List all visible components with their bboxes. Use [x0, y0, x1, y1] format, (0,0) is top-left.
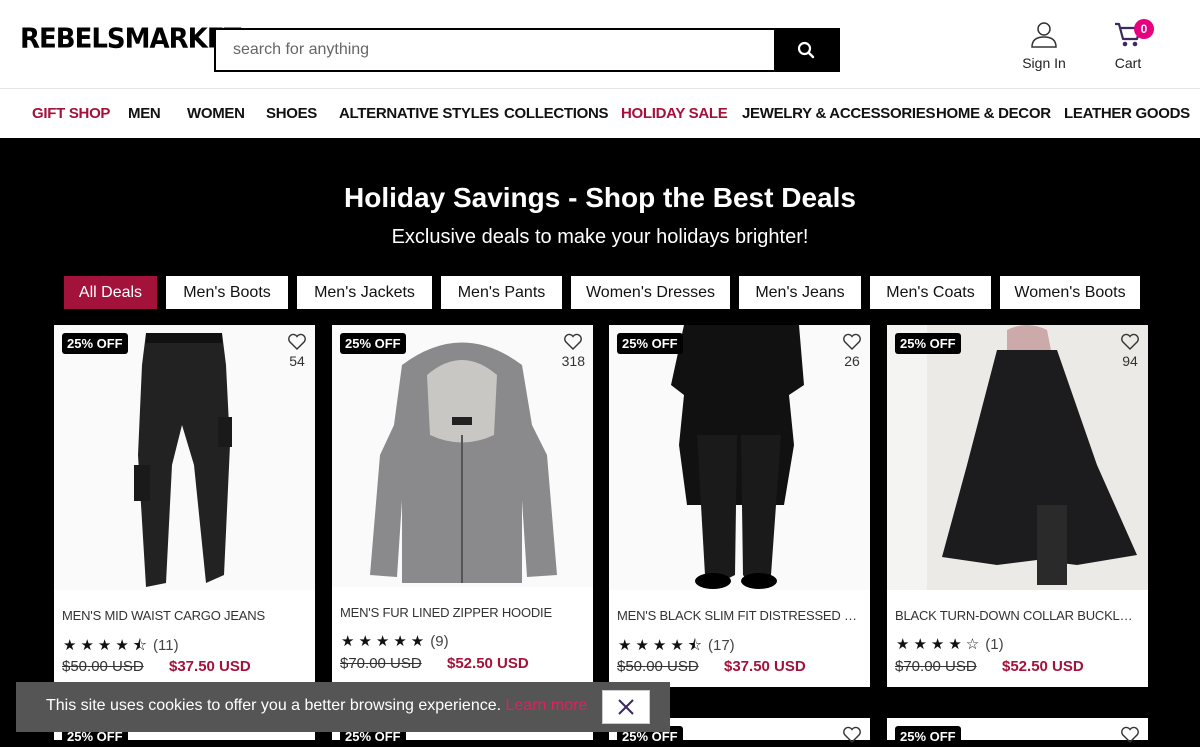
filter-womens-boots[interactable]: Women's Boots [1000, 276, 1140, 309]
product-image[interactable] [887, 325, 1148, 590]
cookie-message: This site uses cookies to offer you a be… [46, 697, 587, 715]
heart-icon [843, 333, 861, 350]
original-price: $50.00 USD [62, 658, 144, 675]
product-card[interactable]: 25% OFF 94 BLACK TURN-DOWN COLLAR BUCKLE… [887, 325, 1148, 687]
favorite-button[interactable] [842, 726, 862, 747]
sign-in-label: Sign In [1022, 55, 1066, 71]
rating-stars: ★★★★⯪ (11) [63, 635, 179, 660]
nav-holiday-sale[interactable]: HOLIDAY SALE [621, 105, 728, 122]
sale-price: $52.50 USD [1002, 658, 1084, 675]
discount-badge: 25% OFF [617, 333, 683, 354]
review-count: (9) [430, 633, 449, 650]
stars-glyphs: ★★★★⯪ [63, 637, 151, 654]
sign-in-link[interactable]: Sign In [1009, 20, 1079, 71]
filter-mens-jackets[interactable]: Men's Jackets [297, 276, 432, 309]
filter-womens-dresses[interactable]: Women's Dresses [571, 276, 730, 309]
rating-stars: ★★★★⯪ (17) [618, 635, 735, 660]
filter-mens-jeans[interactable]: Men's Jeans [739, 276, 861, 309]
product-card[interactable]: 25% OFF 318 MEN'S FUR LINED ZIPPER HOODI… [332, 325, 593, 685]
nav-alternative-styles[interactable]: ALTERNATIVE STYLES [339, 105, 499, 122]
nav-home-decor[interactable]: HOME & DECOR [936, 105, 1051, 122]
favorite-button[interactable] [1120, 726, 1140, 747]
search-input[interactable] [216, 30, 776, 70]
filter-mens-boots[interactable]: Men's Boots [166, 276, 288, 309]
original-price: $70.00 USD [895, 658, 977, 675]
cart-link[interactable]: 0 Cart [1093, 19, 1163, 71]
stars-glyphs: ★★★★⯪ [618, 637, 706, 654]
nav-gift-shop[interactable]: GIFT SHOP [32, 105, 110, 122]
favorite-count: 26 [844, 353, 860, 369]
nav-women[interactable]: WOMEN [187, 105, 245, 122]
favorite-count: 94 [1122, 353, 1138, 369]
cart-count-badge: 0 [1134, 19, 1154, 39]
nav-jewelry-accessories[interactable]: JEWELRY & ACCESSORIES [742, 105, 935, 122]
product-card[interactable]: 25% OFF [887, 718, 1148, 747]
sale-price: $37.50 USD [169, 658, 251, 675]
favorite-count: 54 [289, 353, 305, 369]
heart-icon [288, 333, 306, 350]
user-icon [1031, 22, 1057, 48]
product-card[interactable]: 25% OFF 26 MEN'S BLACK SLIM FIT DISTRESS… [609, 325, 870, 687]
product-title[interactable]: BLACK TURN-DOWN COLLAR BUCKLE STRAP ... [895, 608, 1139, 623]
nav-leather-goods[interactable]: LEATHER GOODS [1064, 105, 1190, 122]
main-nav: GIFT SHOP MEN WOMEN SHOES ALTERNATIVE ST… [0, 88, 1200, 138]
product-card[interactable]: 25% OFF 54 MEN'S MID WAIST CARGO JEANS ★… [54, 325, 315, 687]
rating-stars: ★★★★★ (9) [341, 632, 449, 650]
filter-mens-coats[interactable]: Men's Coats [870, 276, 991, 309]
nav-collections[interactable]: COLLECTIONS [504, 105, 609, 122]
stars-glyphs: ★★★★☆ [896, 636, 984, 653]
review-count: (1) [985, 636, 1004, 653]
close-icon [618, 699, 634, 715]
product-image[interactable] [609, 325, 870, 590]
learn-more-link[interactable]: Learn more [506, 697, 588, 714]
stars-glyphs: ★★★★★ [341, 633, 429, 650]
favorite-button[interactable]: 26 [842, 333, 862, 369]
discount-badge: 25% OFF [895, 726, 961, 747]
cookie-text: This site uses cookies to offer you a be… [46, 697, 506, 714]
heart-icon [1121, 333, 1139, 350]
original-price: $70.00 USD [340, 655, 422, 672]
search-button[interactable] [774, 30, 838, 70]
page-title: Holiday Savings - Shop the Best Deals [344, 182, 856, 213]
site-logo[interactable]: REBELSMARKET [20, 23, 241, 55]
search-icon [797, 41, 815, 59]
original-price: $50.00 USD [617, 658, 699, 675]
site-header: REBELSMARKET Sign In 0 Cart [0, 0, 1200, 88]
nav-men[interactable]: MEN [128, 105, 161, 122]
filter-mens-pants[interactable]: Men's Pants [441, 276, 562, 309]
logo-text: REBELSMARKET [20, 23, 241, 55]
discount-badge: 25% OFF [62, 333, 128, 354]
filter-all-deals[interactable]: All Deals [64, 276, 157, 309]
product-image[interactable] [332, 325, 593, 587]
product-title[interactable]: MEN'S FUR LINED ZIPPER HOODIE [340, 605, 584, 620]
page-subtitle: Exclusive deals to make your holidays br… [391, 226, 809, 248]
cookie-close-button[interactable] [602, 690, 650, 724]
favorite-button[interactable]: 94 [1120, 333, 1140, 369]
favorite-count: 318 [561, 353, 585, 369]
sale-price: $52.50 USD [447, 655, 529, 672]
discount-badge: 25% OFF [340, 333, 406, 354]
discount-badge: 25% OFF [895, 333, 961, 354]
heart-icon [1121, 726, 1139, 743]
cart-label: Cart [1114, 55, 1142, 71]
heart-icon [564, 333, 583, 350]
favorite-button[interactable]: 318 [562, 333, 585, 369]
review-count: (11) [153, 637, 179, 654]
product-image[interactable] [54, 325, 315, 590]
product-title[interactable]: MEN'S BLACK SLIM FIT DISTRESSED BIKER J.… [617, 608, 861, 623]
product-title[interactable]: MEN'S MID WAIST CARGO JEANS [62, 608, 306, 623]
cookie-banner: This site uses cookies to offer you a be… [16, 682, 670, 732]
sale-price: $37.50 USD [724, 658, 806, 675]
favorite-button[interactable]: 54 [287, 333, 307, 369]
review-count: (17) [708, 637, 735, 654]
heart-icon [843, 726, 861, 743]
nav-shoes[interactable]: SHOES [266, 105, 317, 122]
rating-stars: ★★★★☆ (1) [896, 635, 1004, 653]
search-bar [214, 28, 840, 72]
